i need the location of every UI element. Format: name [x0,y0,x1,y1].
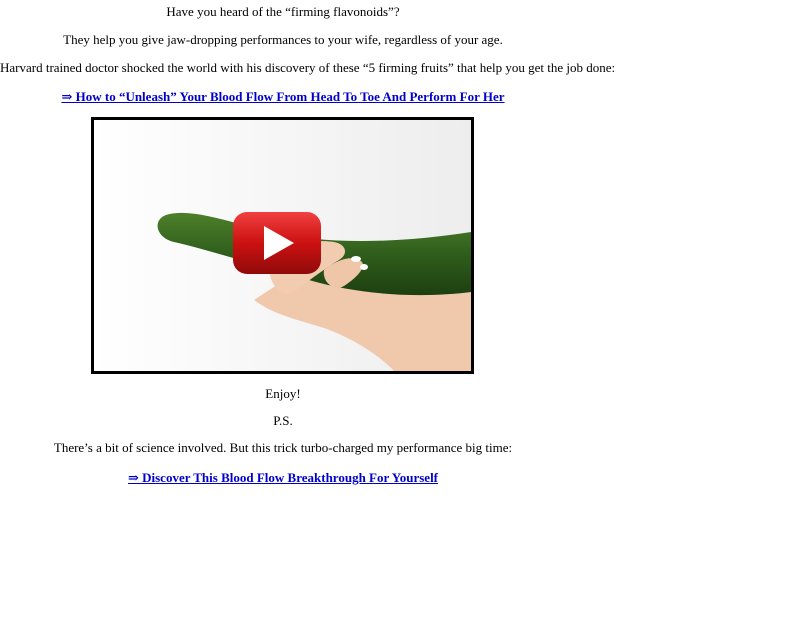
video-thumbnail-image [94,120,471,371]
link-1-wrapper: ⇒ How to “Unleash” Your Blood Flow From … [0,89,566,105]
email-body: Have you heard of the “firming flavonoid… [0,0,796,629]
intro-line-1: Have you heard of the “firming flavonoid… [166,4,400,19]
enjoy-text: Enjoy! [265,386,301,401]
ps-text: P.S. [273,413,293,428]
video-thumbnail[interactable] [91,117,474,374]
intro-line-2: They help you give jaw-dropping performa… [63,32,503,47]
link-2-wrapper: ⇒ Discover This Blood Flow Breakthrough … [0,470,566,486]
play-button-icon [233,212,321,274]
science-text: There’s a bit of science involved. But t… [53,440,513,455]
unleash-blood-flow-link[interactable]: ⇒ How to “Unleash” Your Blood Flow From … [61,89,504,104]
discover-breakthrough-link[interactable]: ⇒ Discover This Blood Flow Breakthrough … [128,470,438,485]
intro-line-3: Harvard trained doctor shocked the world… [0,60,616,75]
